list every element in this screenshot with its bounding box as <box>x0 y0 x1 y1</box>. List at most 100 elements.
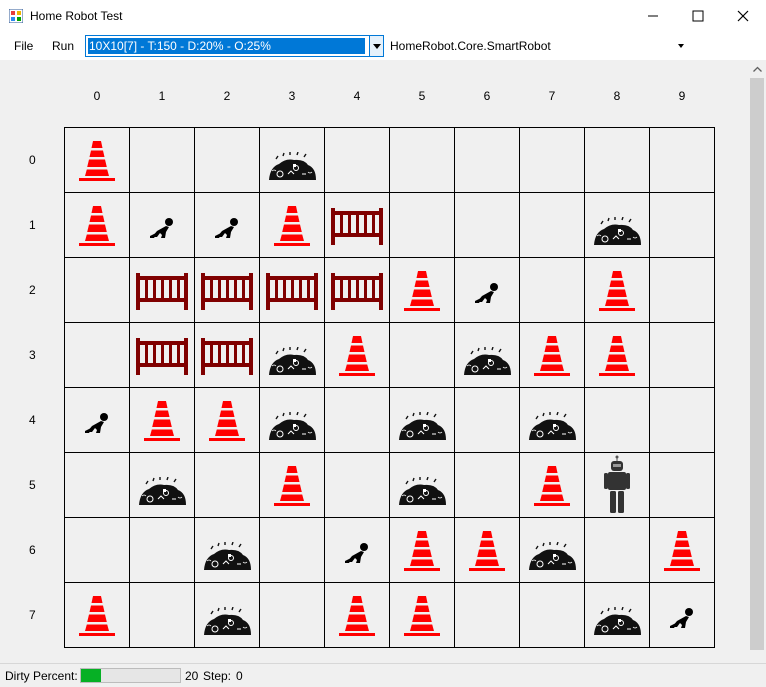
grid-cell[interactable] <box>129 452 195 518</box>
map-select[interactable]: 10X10[7] - T:150 - D:20% - O:25% <box>85 35 384 57</box>
grid-cell[interactable] <box>129 582 195 648</box>
grid-cell[interactable] <box>324 127 390 193</box>
maximize-button[interactable] <box>675 0 721 32</box>
grid-cell[interactable] <box>259 257 325 323</box>
column-label: 2 <box>223 89 231 103</box>
grid-cell[interactable] <box>259 452 325 518</box>
grid-cell[interactable] <box>649 582 715 648</box>
step-label: Step: <box>203 669 232 683</box>
grid-cell[interactable] <box>649 322 715 388</box>
grid-cell[interactable] <box>64 127 130 193</box>
grid-cell[interactable] <box>519 127 585 193</box>
grid-cell[interactable] <box>64 517 130 583</box>
robot-select-dropdown-button[interactable] <box>676 40 686 52</box>
grid-cell[interactable] <box>129 257 195 323</box>
grid-cell[interactable] <box>324 257 390 323</box>
grid-cell[interactable] <box>324 517 390 583</box>
grid-cell[interactable] <box>519 387 585 453</box>
grid-cell[interactable] <box>324 387 390 453</box>
grid-cell[interactable] <box>194 387 260 453</box>
grid-cell[interactable] <box>259 127 325 193</box>
map-select-dropdown-button[interactable] <box>369 36 383 56</box>
grid-cell[interactable] <box>64 452 130 518</box>
grid-cell[interactable] <box>129 517 195 583</box>
traffic-cone-icon <box>402 268 442 312</box>
grid-cell[interactable] <box>194 452 260 518</box>
dirt-pile-icon <box>461 347 513 377</box>
grid-cell[interactable] <box>519 257 585 323</box>
grid-cell[interactable] <box>324 582 390 648</box>
menu-run[interactable]: Run <box>52 39 74 53</box>
grid-cell[interactable] <box>64 387 130 453</box>
grid-cell[interactable] <box>194 517 260 583</box>
scroll-up-button[interactable] <box>748 60 766 77</box>
grid-cell[interactable] <box>259 387 325 453</box>
grid-cell[interactable] <box>584 387 650 453</box>
grid-cell[interactable] <box>389 517 455 583</box>
grid-cell[interactable] <box>519 517 585 583</box>
grid-cell[interactable] <box>519 192 585 258</box>
grid-cell[interactable] <box>454 387 520 453</box>
vertical-scrollbar[interactable] <box>748 60 766 663</box>
grid-cell[interactable] <box>64 322 130 388</box>
grid-cell[interactable] <box>194 257 260 323</box>
grid-cell[interactable] <box>64 257 130 323</box>
grid-cell[interactable] <box>649 192 715 258</box>
robot-select[interactable]: HomeRobot.Core.SmartRobot <box>386 35 690 57</box>
grid-cell[interactable] <box>584 257 650 323</box>
grid-cell[interactable] <box>454 257 520 323</box>
menu-file[interactable]: File <box>14 39 33 53</box>
grid-cell[interactable] <box>454 452 520 518</box>
grid-cell[interactable] <box>649 387 715 453</box>
grid-cell[interactable] <box>389 582 455 648</box>
crib-fence-icon <box>134 334 190 376</box>
window-title: Home Robot Test <box>30 9 123 23</box>
grid-cell[interactable] <box>584 452 650 518</box>
grid-cell[interactable] <box>129 192 195 258</box>
grid-cell[interactable] <box>324 452 390 518</box>
grid-cell[interactable] <box>129 127 195 193</box>
grid-cell[interactable] <box>64 582 130 648</box>
grid-cell[interactable] <box>454 582 520 648</box>
grid-cell[interactable] <box>454 322 520 388</box>
grid-cell[interactable] <box>64 192 130 258</box>
close-button[interactable] <box>720 0 766 32</box>
grid-cell[interactable] <box>129 322 195 388</box>
grid-cell[interactable] <box>324 192 390 258</box>
grid-cell[interactable] <box>194 127 260 193</box>
grid-cell[interactable] <box>259 517 325 583</box>
grid-cell[interactable] <box>389 127 455 193</box>
grid-cell[interactable] <box>389 322 455 388</box>
grid-cell[interactable] <box>584 582 650 648</box>
grid-cell[interactable] <box>519 452 585 518</box>
grid-cell[interactable] <box>194 192 260 258</box>
grid-cell[interactable] <box>454 127 520 193</box>
grid-cell[interactable] <box>519 582 585 648</box>
grid-cell[interactable] <box>389 257 455 323</box>
grid-cell[interactable] <box>649 257 715 323</box>
crib-fence-icon <box>264 269 320 311</box>
grid-cell[interactable] <box>649 517 715 583</box>
grid-cell[interactable] <box>649 127 715 193</box>
grid-cell[interactable] <box>584 192 650 258</box>
grid-cell[interactable] <box>584 127 650 193</box>
grid-cell[interactable] <box>519 322 585 388</box>
grid-cell[interactable] <box>259 322 325 388</box>
grid-cell[interactable] <box>389 452 455 518</box>
minimize-button[interactable] <box>630 0 676 32</box>
grid-cell[interactable] <box>584 517 650 583</box>
grid-cell[interactable] <box>649 452 715 518</box>
grid-cell[interactable] <box>584 322 650 388</box>
scrollbar-thumb[interactable] <box>750 78 764 650</box>
grid-cell[interactable] <box>129 387 195 453</box>
grid-cell[interactable] <box>259 192 325 258</box>
grid-cell[interactable] <box>194 582 260 648</box>
grid-cell[interactable] <box>324 322 390 388</box>
grid-cell[interactable] <box>194 322 260 388</box>
grid-cell[interactable] <box>454 517 520 583</box>
grid-cell[interactable] <box>389 387 455 453</box>
grid-cell[interactable] <box>259 582 325 648</box>
traffic-cone-icon <box>337 333 377 377</box>
grid-cell[interactable] <box>389 192 455 258</box>
grid-cell[interactable] <box>454 192 520 258</box>
